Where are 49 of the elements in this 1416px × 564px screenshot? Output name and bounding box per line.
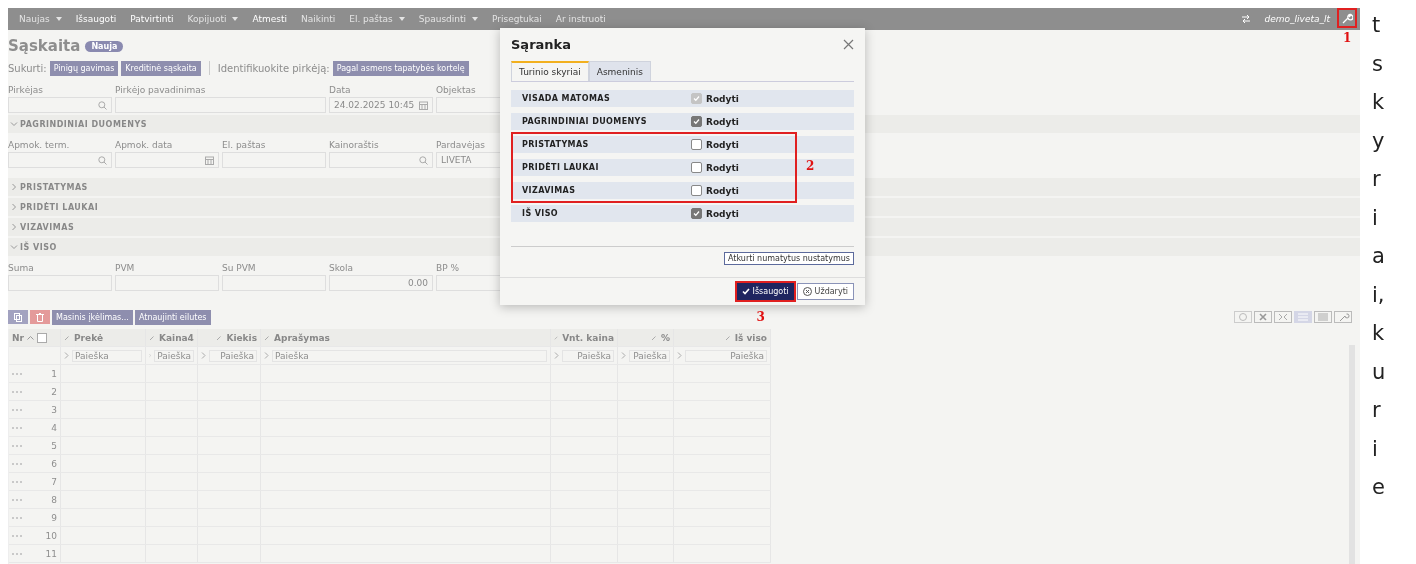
field-label: Suma	[8, 262, 35, 275]
checkbox-label: Rodyti	[706, 185, 739, 196]
field-label: BP %	[436, 262, 460, 275]
field-label: Pirkėjo pavadinimas	[115, 84, 207, 97]
section-name: IŠ VISO	[522, 209, 560, 219]
row-number: 8	[50, 494, 57, 505]
identify-label: Identifikuokite pirkėją:	[217, 62, 330, 74]
field-label: PVM	[115, 262, 136, 275]
row-number: 1	[50, 368, 57, 379]
field-label: Objektas	[436, 84, 477, 97]
section-name: PAGRINDINIAI DUOMENYS	[522, 117, 648, 127]
section-title: IŠ VISO	[20, 242, 57, 252]
checkbox-label: Rodyti	[706, 208, 739, 219]
dialog-title: Sąranka	[511, 37, 571, 53]
field-label: Kainoraštis	[329, 139, 380, 152]
row-number: 2	[50, 386, 57, 397]
callout-number: 2	[806, 158, 815, 173]
document-text: t skyriai, kurie	[1372, 12, 1386, 501]
checkbox-label: Rodyti	[706, 139, 739, 150]
field-label: Su PVM	[222, 262, 257, 275]
section-name: PRISTATYMAS	[522, 140, 590, 150]
field-label: Apmok. data	[115, 139, 174, 152]
row-number: 3	[50, 404, 57, 415]
section-title: VIZAVIMAS	[20, 222, 75, 232]
row-number: 5	[50, 440, 57, 451]
status-badge: Nauja	[85, 40, 124, 52]
callout-number: 1	[1343, 31, 1352, 45]
checkbox-label: Rodyti	[706, 116, 739, 127]
row-number: 9	[50, 512, 57, 523]
row-number: 4	[50, 422, 57, 433]
section-title: PRIDĖTI LAUKAI	[20, 202, 99, 212]
checkbox-label: Rodyti	[706, 162, 739, 173]
row-number: 7	[50, 476, 57, 487]
section-title: PRISTATYMAS	[20, 182, 88, 192]
checkbox-label: Rodyti	[706, 93, 739, 104]
callout-number: 3	[756, 310, 765, 324]
field-label: Skola	[329, 262, 355, 275]
row-number: 6	[50, 458, 57, 469]
field-label: El. paštas	[222, 139, 267, 152]
field-label: Pirkėjas	[8, 84, 44, 97]
section-name: VISADA MATOMAS	[522, 94, 612, 104]
field-label: Apmok. term.	[8, 139, 71, 152]
page-title: Sąskaita	[8, 37, 81, 55]
section-title: PAGRINDINIAI DUOMENYS	[20, 119, 148, 129]
row-number: 11	[44, 548, 57, 559]
row-number: 10	[44, 530, 57, 541]
field-label: Data	[329, 84, 352, 97]
create-label: Sukurti:	[8, 62, 47, 74]
section-name: VIZAVIMAS	[522, 186, 577, 196]
